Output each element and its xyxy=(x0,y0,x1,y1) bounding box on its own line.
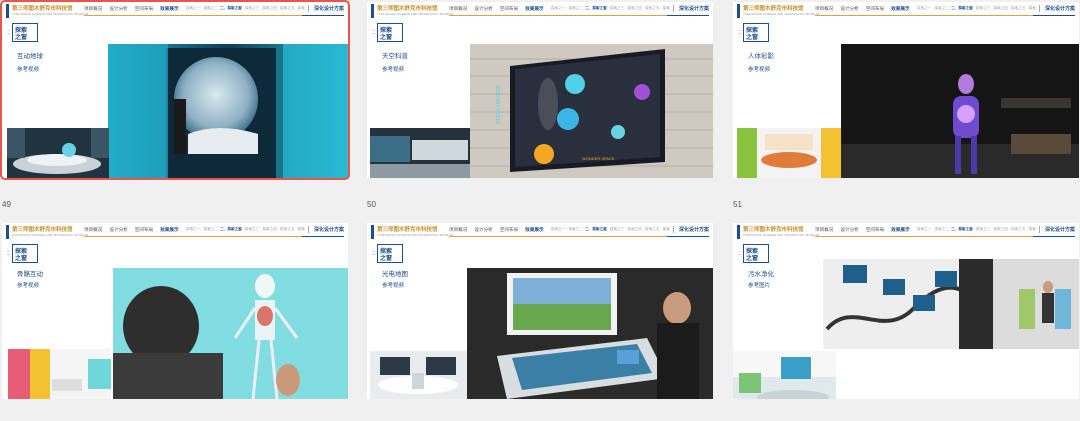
header-nav: 项目概况 设计分析 空间布局 效果展示 xyxy=(84,6,179,11)
exhibit-photo-map-table xyxy=(467,268,713,399)
slide-header: 第三师图木舒克市科技馆 TUMUSHUKE SCIENCE AND TECHNO… xyxy=(367,2,713,20)
exhibit-photo-globe xyxy=(108,44,348,178)
exhibit-title: 光电地图 xyxy=(382,271,408,278)
exhibit-hall-render xyxy=(370,128,470,178)
slide-thumbnail-51[interactable]: 第三师图木舒克市科技馆 TUMUSHUKE SCIENCE AND TECHNO… xyxy=(733,2,1079,178)
exhibit-hall-render xyxy=(737,128,841,178)
slide-header: 第三师图木舒克市科技馆 TUMUSHUKE SCIENCE AND TECHNO… xyxy=(733,223,1079,241)
exhibit-title: 天空科普 xyxy=(382,53,408,60)
breadcrumb: 探索之一 · 探索之二 ·二、探索之窗 · 探索之三 · 探索之四 · 探索之五… xyxy=(186,6,305,10)
exhibit-photo-body xyxy=(841,44,1079,178)
exhibit-photo-screen: DEMO VERSION WONDER SPACE xyxy=(470,44,713,178)
slide-number: 50 xyxy=(367,200,376,209)
reference-label: 参考视频 xyxy=(17,283,40,289)
slide-number: 51 xyxy=(733,200,742,209)
section-box: 探索 之窗 xyxy=(12,23,38,42)
slide-number: 49 xyxy=(2,200,11,209)
slide-thumbnail-53[interactable]: 第三师图木舒克市科技馆 TUMUSHUKE SCIENCE AND TECHNO… xyxy=(367,223,713,399)
mockup-label-bottom: WONDER SPACE xyxy=(582,156,615,161)
exhibit-hall-render xyxy=(7,128,109,178)
reference-label: 参考视频 xyxy=(382,67,405,73)
museum-subtitle: TUMUSHUKE SCIENCE AND TECHNOLOGY MUSEUM xyxy=(12,12,89,16)
exhibit-hall-render xyxy=(370,351,467,399)
slide-header: 第三师图木舒克市科技馆 TUMUSHUKE SCIENCE AND TECHNO… xyxy=(367,223,713,241)
exhibit-hall-render xyxy=(733,351,836,399)
exhibit-title: 互动地球 xyxy=(17,53,43,60)
slide-thumbnail-54[interactable]: 第三师图木舒克市科技馆 TUMUSHUKE SCIENCE AND TECHNO… xyxy=(733,223,1079,399)
exhibit-title: 污水净化 xyxy=(748,271,774,278)
slide-header: 第三师图木舒克市科技馆 TUMUSHUKE SCIENCE AND TECHNO… xyxy=(733,2,1079,20)
slide-thumbnail-50[interactable]: 第三师图木舒克市科技馆 TUMUSHUKE SCIENCE AND TECHNO… xyxy=(367,2,713,178)
exhibit-title: 人体彩影 xyxy=(748,53,774,60)
reference-label: 参考图片 xyxy=(748,283,771,289)
exhibit-photo-water-purification xyxy=(823,259,1079,349)
reference-label: 参考视频 xyxy=(382,283,405,289)
slide-header: 第三师图木舒克市科技馆 TUMUSHUKE SCIENCE AND TECHNO… xyxy=(2,223,348,241)
slide-header: 第三师图木舒克市科技馆 TUMUSHUKE SCIENCE AND TECHNO… xyxy=(2,2,348,20)
reference-label: 参考视频 xyxy=(17,67,40,73)
exhibit-title: 骨骼互动 xyxy=(17,271,43,278)
slide-thumbnail-52[interactable]: 第三师图木舒克市科技馆 TUMUSHUKE SCIENCE AND TECHNO… xyxy=(2,223,348,399)
slide-thumbnail-49[interactable]: 第三师图木舒克市科技馆 TUMUSHUKE SCIENCE AND TECHNO… xyxy=(0,0,350,180)
exhibit-photo-skeleton xyxy=(113,268,348,399)
scheme-label: 深化设计方案 xyxy=(307,5,344,12)
reference-label: 参考视频 xyxy=(748,67,771,73)
museum-title: 第三师图木舒克市科技馆 xyxy=(12,6,73,12)
exhibit-hall-render xyxy=(8,349,111,399)
mockup-label-vertical: DEMO VERSION xyxy=(496,85,502,124)
